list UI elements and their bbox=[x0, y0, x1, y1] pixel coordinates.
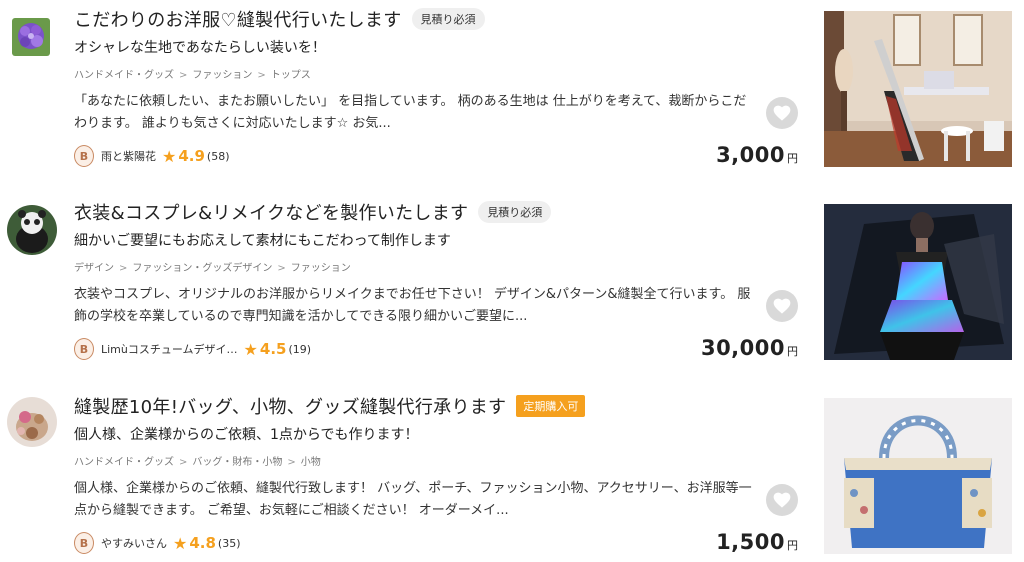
breadcrumb-item[interactable]: ファッション・グッズデザイン bbox=[132, 263, 272, 274]
listing-subtitle: 個人様、企業様からのご依頼、1点からでも作ります！ bbox=[74, 427, 419, 443]
chevron-right-icon: > bbox=[287, 457, 296, 468]
breadcrumb-item[interactable]: 小物 bbox=[301, 457, 321, 468]
listing-subtitle: 細かいご要望にもお応えして素材にもこだわって制作します bbox=[74, 233, 451, 249]
listing-thumbnail[interactable] bbox=[824, 398, 1012, 554]
service-listing[interactable]: 縫製歴10年!バッグ、小物、グッズ縫製代行承ります 定期購入可 個人様、企業様か… bbox=[0, 387, 1024, 562]
star-icon: ★ bbox=[243, 339, 258, 359]
chevron-right-icon: > bbox=[277, 263, 286, 274]
chevron-right-icon: > bbox=[179, 457, 188, 468]
seller-avatar[interactable] bbox=[7, 205, 57, 255]
heart-icon bbox=[773, 105, 791, 121]
price: 1,500 円 bbox=[716, 530, 798, 554]
seller-name[interactable]: 雨と紫陽花 bbox=[101, 148, 156, 164]
favorite-button[interactable] bbox=[766, 484, 798, 516]
breadcrumb-item[interactable]: ファッション bbox=[291, 263, 351, 274]
currency-unit: 円 bbox=[787, 152, 798, 165]
breadcrumb: ハンドメイド・グッズ > バッグ・財布・小物 > 小物 bbox=[74, 453, 321, 468]
heart-icon bbox=[773, 298, 791, 314]
listing-description: 個人様、企業様からのご依頼、縫製代行致します！ バッグ、ポーチ、ファッション小物… bbox=[74, 481, 752, 518]
listing-thumbnail[interactable] bbox=[824, 11, 1012, 167]
review-count: (35) bbox=[217, 536, 241, 550]
chevron-right-icon: > bbox=[257, 70, 266, 81]
rank-badge-icon: B bbox=[74, 532, 94, 554]
service-listing[interactable]: こだわりのお洋服♡縫製代行いたします 見積り必須 オシャレな生地であなたらしい装… bbox=[0, 0, 1024, 187]
rating-value: 4.5 bbox=[259, 340, 287, 358]
listing-title[interactable]: こだわりのお洋服♡縫製代行いたします bbox=[74, 6, 402, 32]
listing-subtitle: オシャレな生地であなたらしい装いを！ bbox=[74, 40, 326, 56]
rank-badge-icon: B bbox=[74, 145, 94, 167]
seller-avatar[interactable] bbox=[7, 397, 57, 447]
currency-unit: 円 bbox=[787, 345, 798, 358]
chevron-right-icon: > bbox=[179, 70, 188, 81]
breadcrumb: ハンドメイド・グッズ > ファッション > トップス bbox=[74, 66, 311, 81]
heart-icon bbox=[773, 492, 791, 508]
rating-value: 4.9 bbox=[178, 147, 205, 165]
listing-description: 衣装やコスプレ、オリジナルのお洋服からリメイクまでお任せ下さい！ デザイン&パタ… bbox=[74, 287, 751, 324]
seller-avatar[interactable] bbox=[12, 18, 50, 56]
estimate-required-badge: 見積り必須 bbox=[411, 8, 485, 30]
listing-title[interactable]: 衣装&コスプレ&リメイクなどを製作いたします bbox=[74, 199, 468, 225]
listing-description: 「あなたに依頼したい、またお願いしたい」 を目指しています。 柄のある生地は 仕… bbox=[74, 94, 747, 131]
seller-name[interactable]: Limùコスチュームデザイ… bbox=[101, 341, 238, 357]
star-icon: ★ bbox=[162, 146, 177, 166]
seller-name[interactable]: やすみいさん bbox=[101, 535, 167, 551]
currency-unit: 円 bbox=[787, 539, 798, 552]
price: 30,000 円 bbox=[701, 336, 798, 360]
breadcrumb-item[interactable]: トップス bbox=[271, 70, 311, 81]
chevron-right-icon: > bbox=[119, 263, 128, 274]
price: 3,000 円 bbox=[716, 143, 798, 167]
seller-info: B 雨と紫陽花 ★ 4.9 (58) bbox=[74, 145, 230, 167]
breadcrumb-item[interactable]: ハンドメイド・グッズ bbox=[74, 70, 174, 81]
breadcrumb-item[interactable]: バッグ・財布・小物 bbox=[192, 457, 282, 468]
estimate-required-badge: 見積り必須 bbox=[478, 201, 552, 223]
listing-title-row: 衣装&コスプレ&リメイクなどを製作いたします 見積り必須 bbox=[74, 199, 552, 225]
listing-thumbnail[interactable] bbox=[824, 204, 1012, 360]
price-value: 1,500 bbox=[716, 530, 785, 554]
star-icon: ★ bbox=[173, 533, 188, 553]
breadcrumb-item[interactable]: ファッション bbox=[192, 70, 252, 81]
breadcrumb-item[interactable]: ハンドメイド・グッズ bbox=[74, 457, 174, 468]
review-count: (58) bbox=[206, 149, 230, 163]
subscription-available-badge: 定期購入可 bbox=[516, 395, 586, 417]
breadcrumb-item[interactable]: デザイン bbox=[74, 263, 114, 274]
rank-badge-icon: B bbox=[74, 338, 94, 360]
seller-info: B やすみいさん ★ 4.8 (35) bbox=[74, 532, 241, 554]
favorite-button[interactable] bbox=[766, 290, 798, 322]
service-listing[interactable]: 衣装&コスプレ&リメイクなどを製作いたします 見積り必須 細かいご要望にもお応え… bbox=[0, 193, 1024, 380]
favorite-button[interactable] bbox=[766, 97, 798, 129]
seller-info: B Limùコスチュームデザイ… ★ 4.5 (19) bbox=[74, 338, 311, 360]
review-count: (19) bbox=[288, 342, 312, 356]
listing-title-row: 縫製歴10年!バッグ、小物、グッズ縫製代行承ります 定期購入可 bbox=[74, 393, 586, 419]
rating-value: 4.8 bbox=[189, 534, 216, 552]
price-value: 3,000 bbox=[716, 143, 785, 167]
breadcrumb: デザイン > ファッション・グッズデザイン > ファッション bbox=[74, 259, 351, 274]
listing-title[interactable]: 縫製歴10年!バッグ、小物、グッズ縫製代行承ります bbox=[74, 393, 506, 419]
listing-title-row: こだわりのお洋服♡縫製代行いたします 見積り必須 bbox=[74, 6, 485, 32]
price-value: 30,000 bbox=[700, 336, 785, 360]
